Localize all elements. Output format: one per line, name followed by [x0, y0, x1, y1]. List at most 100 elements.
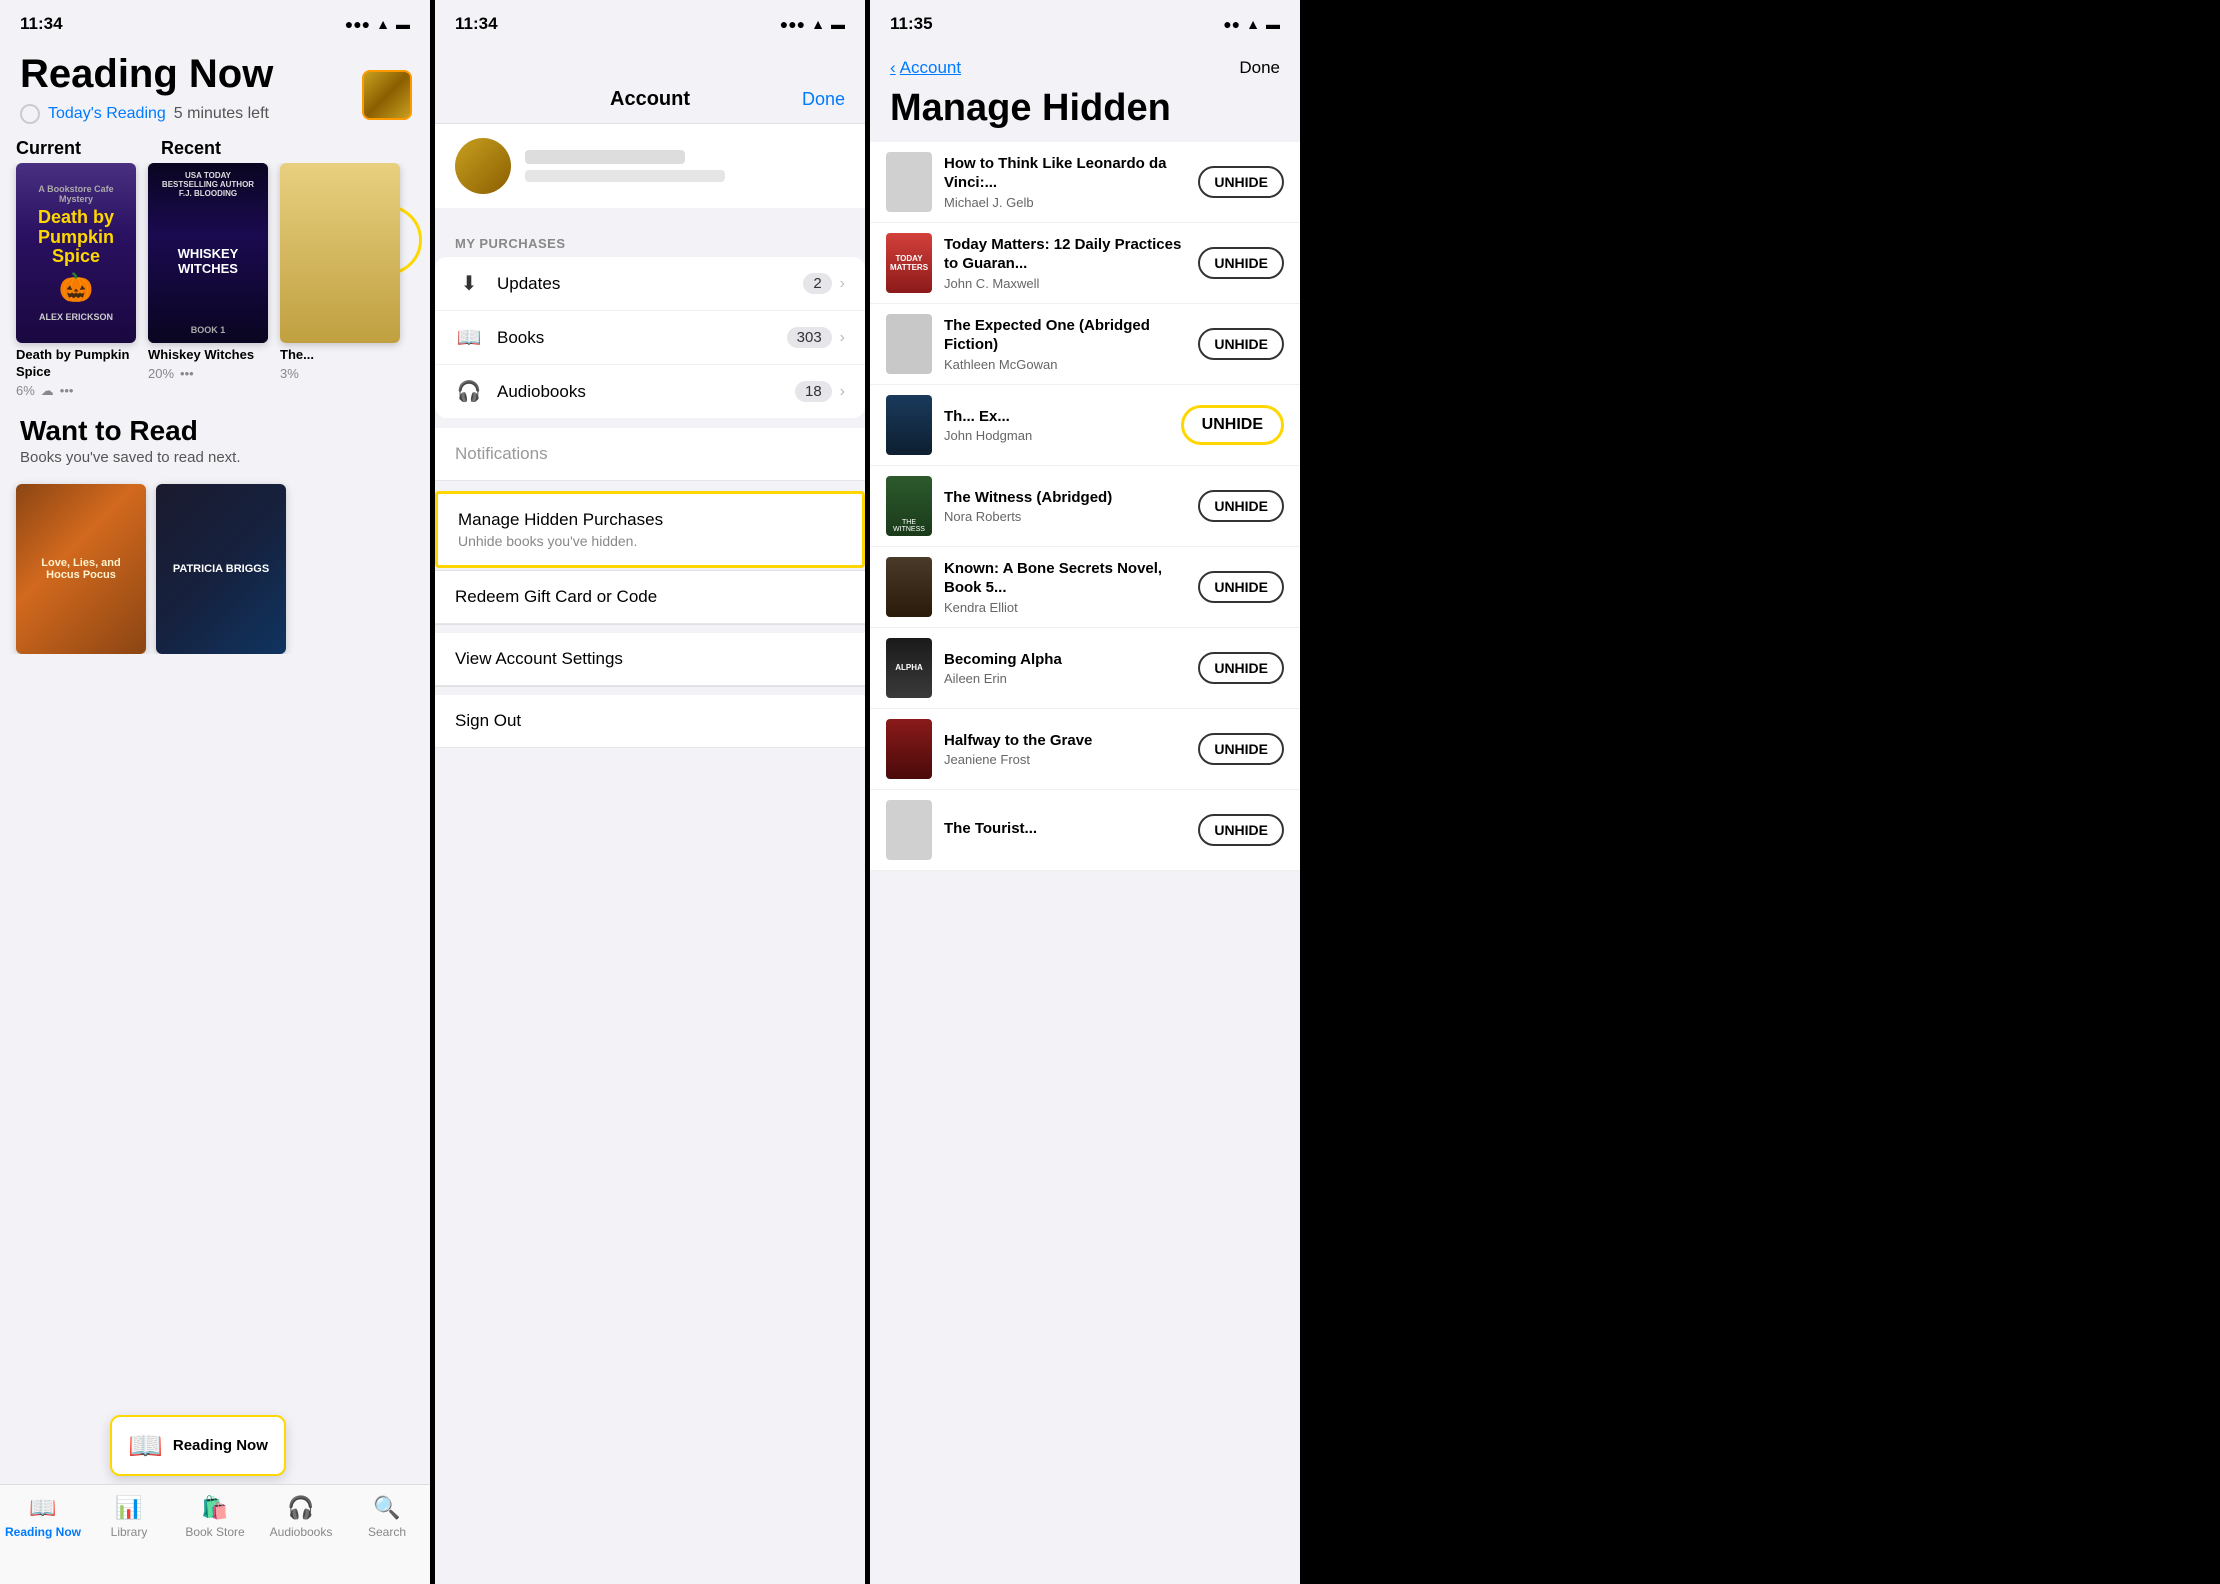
nav-icon-search: 🔍 — [373, 1495, 400, 1521]
hb-author-4: John Hodgman — [944, 428, 1169, 443]
account-modal: Account Done MY PURCHASES ⬇ Updates 2 › — [435, 70, 865, 1584]
book-author-text: ALEX ERICKSON — [39, 312, 113, 322]
nav-library[interactable]: 📊 Library — [86, 1495, 172, 1539]
panel-account: 11:34 ●●● ▲ ▬ Account Done MY PURCHASES — [435, 0, 865, 1584]
unhide-button-1[interactable]: UNHIDE — [1198, 166, 1284, 198]
nav-icon-bookstore: 🛍️ — [201, 1495, 228, 1521]
wifi-icon: ▲ — [376, 16, 390, 32]
account-profile[interactable] — [435, 124, 865, 208]
wifi-icon-3: ▲ — [1246, 16, 1260, 32]
hb-author-8: Jeaniene Frost — [944, 752, 1186, 767]
todays-reading-link[interactable]: Today's Reading — [48, 105, 166, 123]
unhide-button-7[interactable]: UNHIDE — [1198, 652, 1284, 684]
unhide-button-6[interactable]: UNHIDE — [1198, 571, 1284, 603]
purchases-section-label: MY PURCHASES — [435, 224, 865, 257]
unhide-button-9[interactable]: UNHIDE — [1198, 814, 1284, 846]
updates-badge: 2 — [803, 273, 831, 294]
more-icon[interactable]: ••• — [60, 383, 74, 398]
recent-label: Recent — [161, 138, 221, 159]
hidden-book-item: The Expected One (Abridged Fiction) Kath… — [870, 304, 1300, 385]
unhide-button-8[interactable]: UNHIDE — [1198, 733, 1284, 765]
unhide-button-5[interactable]: UNHIDE — [1198, 490, 1284, 522]
nav-search[interactable]: 🔍 Search — [344, 1495, 430, 1539]
nav-label-library: Library — [111, 1525, 148, 1539]
p3-done-button[interactable]: Done — [1239, 58, 1280, 78]
notifications-label: Notifications — [455, 444, 548, 463]
nav-icon-library: 📊 — [115, 1495, 142, 1521]
big-divider-1 — [435, 216, 865, 224]
battery-icon-2: ▬ — [831, 16, 845, 32]
more-icon-whiskey[interactable]: ••• — [180, 366, 194, 381]
hb-author-3: Kathleen McGowan — [944, 357, 1186, 372]
nav-icon-audiobooks: 🎧 — [287, 1495, 314, 1521]
want-to-read-subtitle: Books you've saved to read next. — [20, 449, 410, 466]
hb-cover-2: TODAY MATTERS — [886, 233, 932, 293]
status-icons-1: ●●● ▲ ▬ — [345, 16, 410, 32]
hb-author-1: Michael J. Gelb — [944, 195, 1186, 210]
reading-now-tooltip[interactable]: 📖 Reading Now — [110, 1415, 286, 1476]
menu-updates[interactable]: ⬇ Updates 2 › — [435, 257, 865, 311]
hidden-book-item: The Tourist... UNHIDE — [870, 790, 1300, 871]
current-label: Current — [16, 138, 81, 159]
book-item-pumpkin[interactable]: A Bookstore Cafe Mystery Death by Pumpki… — [16, 163, 136, 399]
unhide-button-3[interactable]: UNHIDE — [1198, 328, 1284, 360]
status-bar-2: 11:34 ●●● ▲ ▬ — [435, 0, 865, 42]
books-icon: 📖 — [455, 325, 483, 350]
nav-audiobooks[interactable]: 🎧 Audiobooks — [258, 1495, 344, 1539]
book-progress-whiskey: 20% ••• — [148, 366, 268, 381]
nav-bookstore[interactable]: 🛍️ Book Store — [172, 1495, 258, 1539]
want-to-read-section: Want to Read Books you've saved to read … — [0, 399, 430, 474]
signal-icon-3: ●● — [1223, 16, 1240, 32]
back-button[interactable]: ‹ Account — [890, 58, 961, 78]
menu-books[interactable]: 📖 Books 303 › — [435, 311, 865, 365]
hidden-book-item: ALPHA Becoming Alpha Aileen Erin UNHIDE — [870, 628, 1300, 709]
hb-title-2: Today Matters: 12 Daily Practices to Gua… — [944, 235, 1186, 274]
redeem-label: Redeem Gift Card or Code — [455, 587, 845, 607]
sign-out-item[interactable]: Sign Out — [435, 695, 865, 748]
hb-info-7: Becoming Alpha Aileen Erin — [944, 650, 1186, 687]
book-cover-whiskey: USA TODAY BESTSELLING AUTHORF.J. BLOODIN… — [148, 163, 268, 343]
book-title-label: Death by Pumpkin Spice — [16, 347, 136, 381]
current-books-row: A Bookstore Cafe Mystery Death by Pumpki… — [0, 163, 430, 399]
want-book-2[interactable]: PATRICIA BRIGGS — [156, 484, 286, 654]
unhide-button-highlighted[interactable]: UNHIDE — [1181, 405, 1284, 445]
hidden-book-item: Known: A Bone Secrets Novel, Book 5... K… — [870, 547, 1300, 628]
page-title: Reading Now — [20, 52, 410, 96]
manage-hidden-item[interactable]: Manage Hidden Purchases Unhide books you… — [435, 491, 865, 568]
book-title-whiskey: Whiskey Witches — [148, 347, 268, 364]
modal-done-button[interactable]: Done — [802, 89, 845, 110]
progress-percent-third: 3% — [280, 366, 299, 381]
battery-icon-3: ▬ — [1266, 16, 1280, 32]
menu-audiobooks[interactable]: 🎧 Audiobooks 18 › — [435, 365, 865, 418]
hb-cover-6 — [886, 557, 932, 617]
hb-info-2: Today Matters: 12 Daily Practices to Gua… — [944, 235, 1186, 291]
book-item-whiskey[interactable]: USA TODAY BESTSELLING AUTHORF.J. BLOODIN… — [148, 163, 268, 399]
status-icons-2: ●●● ▲ ▬ — [780, 16, 845, 32]
hb-info-3: The Expected One (Abridged Fiction) Kath… — [944, 316, 1186, 372]
want-cover-2: PATRICIA BRIGGS — [156, 484, 286, 654]
notifications-item[interactable]: Notifications — [435, 428, 865, 481]
progress-percent-whiskey: 20% — [148, 366, 174, 381]
view-account-item[interactable]: View Account Settings — [435, 633, 865, 686]
hb-cover-4 — [886, 395, 932, 455]
modal-header: Account Done — [435, 70, 865, 123]
want-book-1[interactable]: Love, Lies, and Hocus Pocus — [16, 484, 146, 654]
redeem-item[interactable]: Redeem Gift Card or Code — [435, 571, 865, 624]
profile-email — [525, 170, 725, 182]
unhide-button-2[interactable]: UNHIDE — [1198, 247, 1284, 279]
status-bar-3: 11:35 ●● ▲ ▬ — [870, 0, 1300, 42]
hb-info-9: The Tourist... — [944, 819, 1186, 841]
panel-manage-hidden: 11:35 ●● ▲ ▬ ‹ Account Done Manage Hidde… — [870, 0, 1300, 1584]
updates-chevron: › — [840, 275, 845, 293]
avatar[interactable] — [362, 70, 412, 120]
hidden-books-list: How to Think Like Leonardo da Vinci:... … — [870, 142, 1300, 871]
hb-title-5: The Witness (Abridged) — [944, 488, 1186, 508]
hb-title-8: Halfway to the Grave — [944, 731, 1186, 751]
hb-title-3: The Expected One (Abridged Fiction) — [944, 316, 1186, 355]
book-item-third[interactable]: The... 3% — [280, 163, 400, 399]
time-left: 5 minutes left — [174, 105, 269, 123]
whiskey-title: WHISKEYWITCHES — [178, 247, 239, 276]
big-divider-2 — [435, 420, 865, 428]
hb-cover-9 — [886, 800, 932, 860]
nav-reading-now[interactable]: 📖 Reading Now — [0, 1495, 86, 1539]
